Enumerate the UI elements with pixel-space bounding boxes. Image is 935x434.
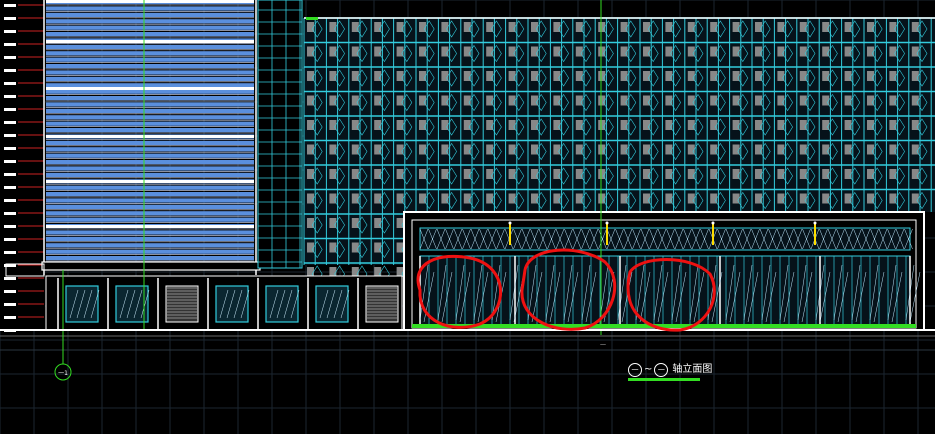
floor-slab xyxy=(46,40,254,43)
glass-band xyxy=(46,64,254,69)
level-tick xyxy=(4,147,16,150)
level-tick xyxy=(4,212,16,215)
axis-tag xyxy=(306,17,318,20)
middle-column-strip xyxy=(257,0,303,269)
glass-band xyxy=(46,204,254,209)
level-tick xyxy=(4,277,16,280)
glass-band xyxy=(46,230,254,235)
glass-band xyxy=(46,140,254,145)
green-step xyxy=(412,324,916,328)
glass-band xyxy=(46,89,254,94)
level-tick xyxy=(4,316,16,319)
level-tick xyxy=(4,160,16,163)
grid-axis-marker[interactable]: 一1 xyxy=(54,334,72,381)
shop-window xyxy=(315,285,349,323)
glass-band xyxy=(46,160,254,165)
level-tick xyxy=(4,56,16,59)
glass-band xyxy=(46,166,254,171)
level-tick xyxy=(4,173,16,176)
level-tick xyxy=(4,251,16,254)
level-tick xyxy=(4,43,16,46)
level-tick xyxy=(4,199,16,202)
glass-band xyxy=(46,172,254,177)
glass-band xyxy=(46,243,254,248)
axis-range-separator: ~ xyxy=(644,364,653,375)
level-tick xyxy=(4,69,16,72)
glass-band xyxy=(46,19,254,24)
level-tick xyxy=(4,225,16,228)
glass-band xyxy=(46,70,254,75)
glass-band xyxy=(46,96,254,101)
axis-end-bubble: 一 xyxy=(654,363,669,377)
glass-band xyxy=(46,128,254,133)
floor-slab xyxy=(46,0,254,3)
level-tick xyxy=(4,303,16,306)
level-tick xyxy=(4,134,16,137)
title-underline xyxy=(628,378,700,381)
shop-window xyxy=(115,285,149,323)
glass-band xyxy=(46,12,254,17)
floor-slab xyxy=(46,225,254,228)
glass-band xyxy=(46,25,254,30)
shop-window xyxy=(65,285,99,323)
glass-band xyxy=(46,211,254,216)
glass-band xyxy=(46,115,254,120)
level-tick xyxy=(4,30,16,33)
glass-band xyxy=(46,256,254,261)
left-podium-shops xyxy=(45,275,403,331)
shop-window xyxy=(215,285,249,323)
glass-band xyxy=(46,153,254,158)
drawing-title: 轴立面图 xyxy=(672,364,713,375)
glass-band xyxy=(46,121,254,126)
glass-band xyxy=(46,249,254,254)
glass-band xyxy=(46,192,254,197)
dimension-label: 一 xyxy=(600,342,607,349)
glass-band xyxy=(46,236,254,241)
level-tick xyxy=(4,95,16,98)
glass-band xyxy=(46,108,254,113)
level-tick xyxy=(4,17,16,20)
level-tick xyxy=(4,121,16,124)
glass-band xyxy=(46,198,254,203)
glass-band xyxy=(46,6,254,11)
level-tick xyxy=(4,82,16,85)
glass-band xyxy=(46,32,254,37)
floor-slab xyxy=(46,180,254,183)
glass-band xyxy=(46,102,254,107)
glass-band xyxy=(46,44,254,49)
glass-band xyxy=(46,51,254,56)
floor-slab xyxy=(46,87,254,90)
level-tick xyxy=(4,186,16,189)
level-tick xyxy=(4,108,16,111)
cad-drawing-canvas[interactable]: 一1 xyxy=(0,0,935,434)
level-tick xyxy=(4,4,16,7)
glass-band xyxy=(46,83,254,88)
glass-band xyxy=(46,76,254,81)
shop-window xyxy=(265,285,299,323)
tower-base-cornice xyxy=(41,261,261,271)
axis-start-bubble: 一 xyxy=(628,363,642,377)
glass-band xyxy=(46,57,254,62)
level-tick xyxy=(4,238,16,241)
glass-band xyxy=(46,147,254,152)
level-tick xyxy=(4,290,16,293)
floor-slab xyxy=(46,135,254,138)
grid-axis-marker-label: 一1 xyxy=(58,370,68,377)
left-gutter xyxy=(0,0,45,330)
podium-frame xyxy=(403,211,925,331)
glass-band xyxy=(46,217,254,222)
glass-band xyxy=(46,185,254,190)
drawing-title-block[interactable]: 一 ~ 一 轴立面图 xyxy=(628,362,712,378)
